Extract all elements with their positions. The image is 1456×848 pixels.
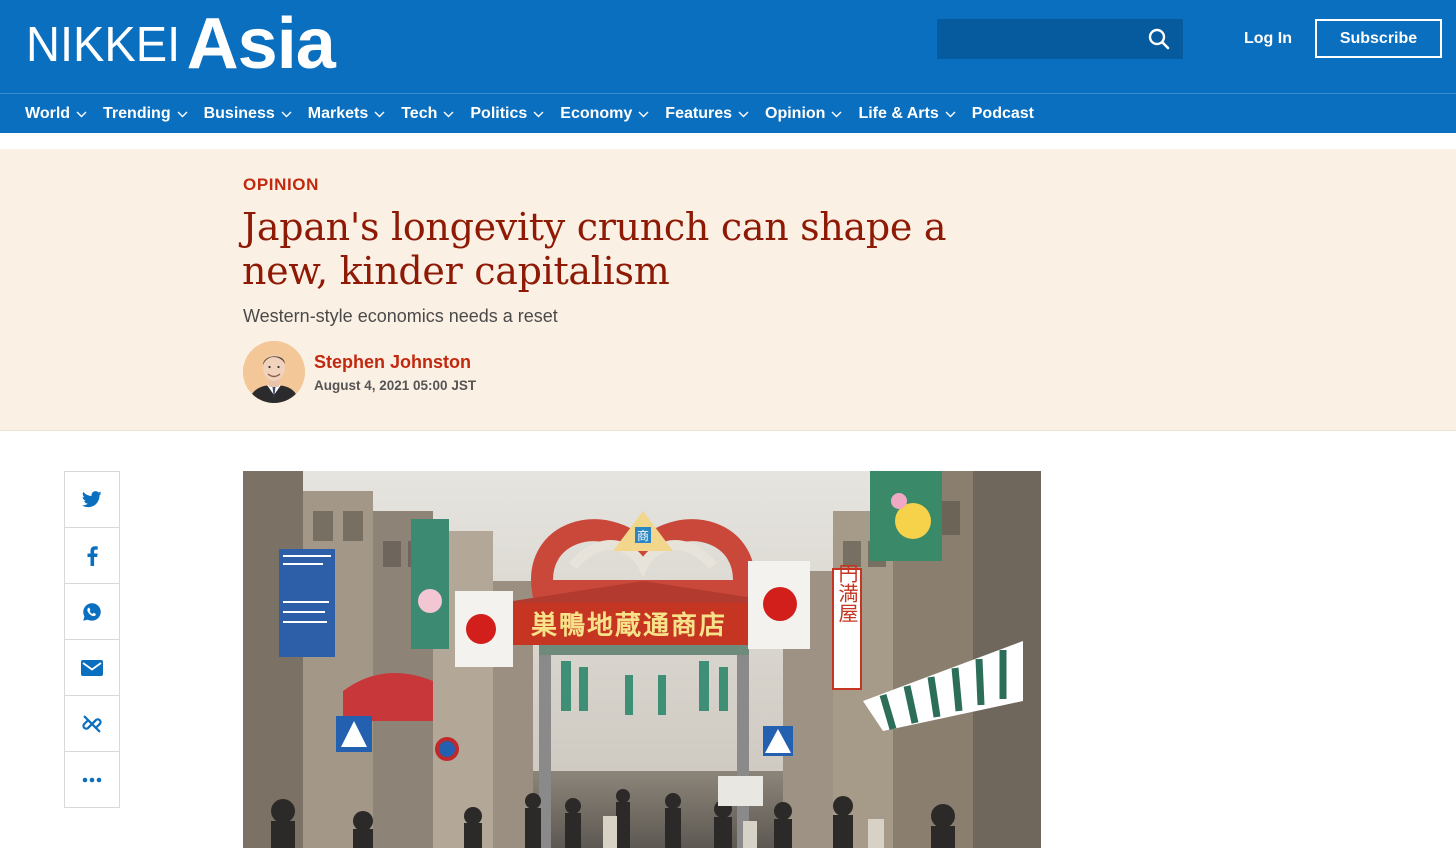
share-whatsapp-button[interactable] <box>65 584 119 640</box>
chevron-down-icon <box>945 111 956 117</box>
publish-date: August 4, 2021 05:00 JST <box>314 378 477 393</box>
gate-sign-text: 巣鴨地蔵通商店 <box>531 610 727 641</box>
nav-item-label: Politics <box>470 105 528 122</box>
vertical-sign-text: 円満屋 <box>835 563 859 623</box>
article-subhead: Western-style economics needs a reset <box>243 306 558 326</box>
nav-item-label: Life & Arts <box>858 105 939 122</box>
nav-item-tech[interactable]: Tech <box>401 105 454 123</box>
chevron-down-icon <box>374 111 385 117</box>
article-hero: OPINION Japan's longevity crunch can sha… <box>0 149 1456 431</box>
nav-item-label: Markets <box>307 105 369 122</box>
section-kicker[interactable]: OPINION <box>243 175 319 195</box>
logo-asia-text: Asia <box>186 4 336 84</box>
nav-item-economy[interactable]: Economy <box>560 105 649 123</box>
nav-spacer <box>0 133 1456 149</box>
link-icon <box>82 715 102 732</box>
search-icon[interactable] <box>1147 27 1171 51</box>
headline-line-2: new, kinder capitalism <box>242 249 670 293</box>
nav-item-markets[interactable]: Markets <box>308 105 385 123</box>
chevron-down-icon <box>177 111 188 117</box>
nav-item-life-arts[interactable]: Life & Arts <box>858 105 956 123</box>
article-headline: Japan's longevity crunch can shape a new… <box>242 205 1042 293</box>
nav-item-label: Tech <box>401 105 438 122</box>
share-rail <box>64 471 120 808</box>
nav-item-label: Economy <box>560 105 633 122</box>
nav-item-trending[interactable]: Trending <box>103 105 188 123</box>
chevron-down-icon <box>831 111 842 117</box>
share-twitter-button[interactable] <box>65 472 119 528</box>
nikkei-asia-logo[interactable]: NIKKEI Asia <box>26 6 336 80</box>
chevron-down-icon <box>533 111 544 117</box>
twitter-icon <box>82 491 102 508</box>
nav-item-podcast[interactable]: Podcast <box>972 105 1034 123</box>
share-more-button[interactable] <box>65 752 119 807</box>
nav-item-label: Opinion <box>765 105 826 122</box>
nav-item-label: World <box>25 105 71 122</box>
search-box <box>937 19 1183 59</box>
chevron-down-icon <box>638 111 649 117</box>
shopping-street-photo: 商 巣鴨地蔵通商店 円満屋 <box>243 471 1041 848</box>
facebook-icon <box>87 545 98 566</box>
whatsapp-icon <box>83 602 101 621</box>
chevron-down-icon <box>281 111 292 117</box>
author-name-link[interactable]: Stephen Johnston <box>314 352 471 373</box>
chevron-down-icon <box>76 111 87 117</box>
more-icon <box>82 777 102 782</box>
nav-item-world[interactable]: World <box>25 105 87 123</box>
author-avatar[interactable] <box>243 341 305 403</box>
share-link-button[interactable] <box>65 696 119 752</box>
main-nav: World Trending Business Markets Tech Pol… <box>0 93 1456 133</box>
nav-item-business[interactable]: Business <box>204 105 292 123</box>
login-link[interactable]: Log In <box>1236 26 1300 52</box>
logo-nikkei-text: NIKKEI <box>26 18 181 72</box>
share-email-button[interactable] <box>65 640 119 696</box>
nav-item-label: Business <box>203 105 275 122</box>
author-portrait-image <box>243 341 305 403</box>
nav-item-label: Podcast <box>971 105 1034 122</box>
top-header: NIKKEI Asia Log In Subscribe <box>0 0 1456 93</box>
headline-line-1: Japan's longevity crunch can shape a <box>242 205 947 249</box>
nav-item-label: Features <box>665 105 732 122</box>
search-input[interactable] <box>937 19 1137 59</box>
gate-emblem-text: 商 <box>637 528 649 543</box>
share-facebook-button[interactable] <box>65 528 119 584</box>
nav-item-label: Trending <box>103 105 171 122</box>
subscribe-button[interactable]: Subscribe <box>1315 19 1442 58</box>
chevron-down-icon <box>443 111 454 117</box>
article-main-image: 商 巣鴨地蔵通商店 円満屋 <box>243 471 1041 848</box>
chevron-down-icon <box>738 111 749 117</box>
nav-item-features[interactable]: Features <box>665 105 749 123</box>
nav-item-opinion[interactable]: Opinion <box>765 105 842 123</box>
email-icon <box>81 659 103 676</box>
nav-item-politics[interactable]: Politics <box>470 105 544 123</box>
